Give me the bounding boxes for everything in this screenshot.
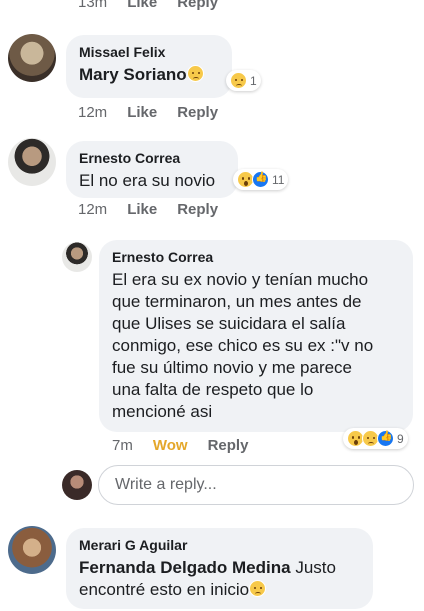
- reply-button[interactable]: Reply: [208, 437, 249, 454]
- comment-text: Mary Soriano: [79, 64, 219, 86]
- comment-bubble: Merari G Aguilar Fernanda Delgado Medina…: [66, 528, 373, 609]
- comment-text-line: El era su ex novio y tenían mucho: [112, 270, 369, 289]
- comment-bubble: Ernesto Correa El era su ex novio y tení…: [99, 240, 413, 432]
- comment-text-line: una falta de respeto que lo: [112, 380, 314, 399]
- comment-time: 13m: [78, 0, 108, 11]
- reaction-summary[interactable]: 1: [226, 70, 261, 91]
- like-reaction-icon: [252, 171, 269, 188]
- avatar[interactable]: [62, 242, 92, 272]
- like-reaction-icon: [377, 430, 394, 447]
- avatar[interactable]: [8, 526, 56, 574]
- comment-meta: 12m Like Reply: [78, 104, 238, 121]
- reaction-summary[interactable]: 9: [343, 428, 408, 449]
- reaction-count: 11: [272, 172, 285, 187]
- comment-author[interactable]: Missael Felix: [79, 44, 219, 60]
- mention-tag[interactable]: Fernanda Delgado Medina: [79, 558, 291, 577]
- reply-button[interactable]: Reply: [177, 0, 218, 11]
- comment-author[interactable]: Merari G Aguilar: [79, 537, 360, 553]
- comment-meta: 12m Like Reply: [78, 201, 238, 218]
- reaction-count: 9: [397, 431, 404, 446]
- reaction-count: 1: [250, 73, 257, 88]
- reply-button[interactable]: Reply: [177, 201, 218, 218]
- comment-text-part: Justo: [290, 558, 336, 577]
- comment-text: El era su ex novio y tenían mucho que te…: [112, 269, 400, 423]
- comment-meta: 7m Wow Reply: [112, 437, 268, 454]
- comment-text-part: encontré esto en inicio: [79, 580, 250, 599]
- comment-text-line: fue su último novio y me parece: [112, 358, 353, 377]
- sad-emoji-icon: [186, 65, 204, 82]
- comment-text: Fernanda Delgado Medina Justo encontré e…: [79, 557, 360, 601]
- avatar[interactable]: [8, 34, 56, 82]
- current-user-avatar: [62, 470, 92, 500]
- comment-bubble: Ernesto Correa El no era su novio: [66, 141, 238, 198]
- comment-text: El no era su novio: [79, 171, 216, 190]
- comment-time: 7m: [112, 437, 133, 454]
- comment-text-line: mencioné asi: [112, 402, 213, 421]
- comment-text-line: que terminaron, un mes antes de: [112, 292, 362, 311]
- comment-bubble: Missael Felix Mary Soriano: [66, 35, 232, 98]
- comment-text-line: conmigo, ese chico es su ex :"v no: [112, 336, 374, 355]
- like-button[interactable]: Like: [127, 201, 157, 218]
- comment-author[interactable]: Ernesto Correa: [112, 249, 400, 265]
- wow-reaction-button[interactable]: Wow: [153, 437, 188, 454]
- like-button[interactable]: Like: [127, 0, 157, 11]
- sad-emoji-icon: [249, 580, 267, 597]
- reaction-summary[interactable]: 11: [233, 169, 289, 190]
- comment-time: 12m: [78, 201, 108, 218]
- comment-text-line: que Ulises se suicidara el salía: [112, 314, 346, 333]
- comment-author[interactable]: Ernesto Correa: [79, 150, 225, 166]
- like-button[interactable]: Like: [127, 104, 157, 121]
- comment-time: 12m: [78, 104, 108, 121]
- reply-input[interactable]: Write a reply...: [98, 465, 414, 505]
- avatar[interactable]: [8, 138, 56, 186]
- sad-reaction-icon: [230, 72, 247, 89]
- reply-button[interactable]: Reply: [177, 104, 218, 121]
- comment-meta-top: 13m Like Reply: [78, 0, 238, 11]
- mention-tag[interactable]: Mary Soriano: [79, 65, 187, 84]
